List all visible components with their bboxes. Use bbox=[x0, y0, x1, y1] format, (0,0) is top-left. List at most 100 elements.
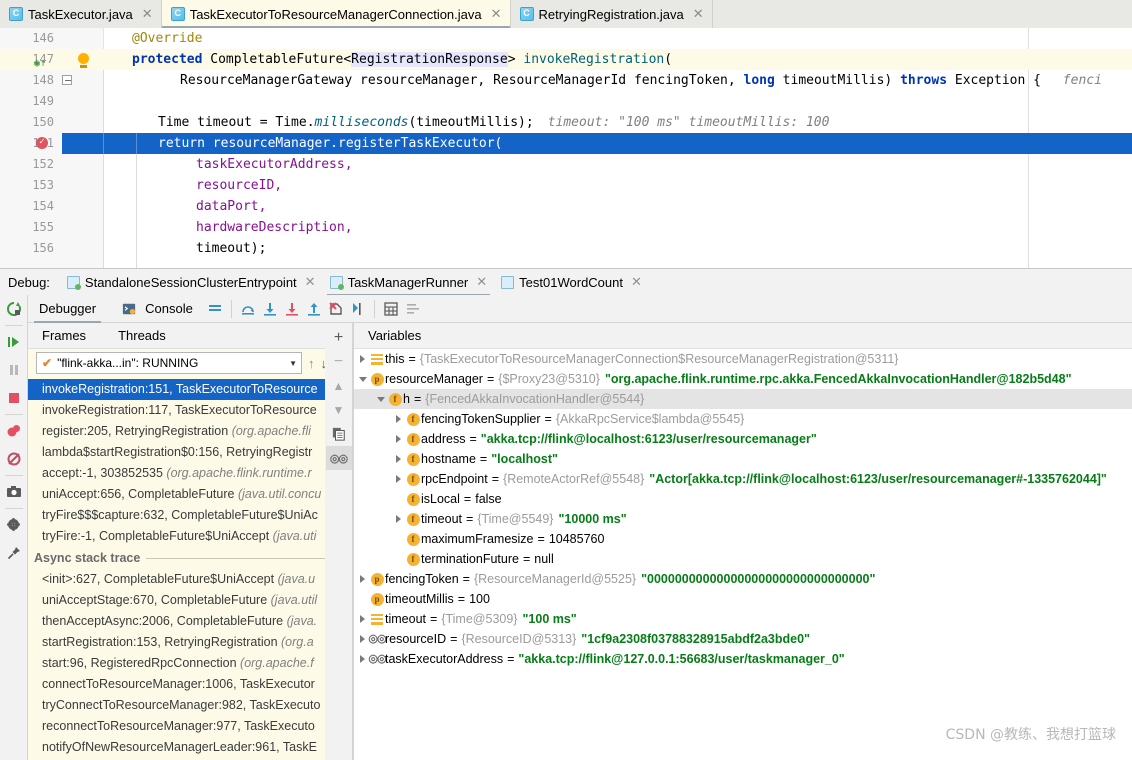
tab-frames[interactable]: Frames bbox=[36, 328, 92, 343]
frame-item[interactable]: <init>:627, CompletableFuture$UniAccept … bbox=[28, 569, 336, 590]
variable-row-rpcendpoint[interactable]: f rpcEndpoint = {RemoteActorRef@5548} "A… bbox=[354, 469, 1132, 489]
variable-row-timeoutmillis[interactable]: p timeoutMillis = 100 bbox=[354, 589, 1132, 609]
expand-arrow-icon[interactable] bbox=[358, 629, 369, 649]
variable-value: "akka.tcp://flink@localhost:6123/user/re… bbox=[480, 432, 817, 446]
stop-icon[interactable] bbox=[0, 384, 28, 412]
frame-item[interactable]: connectToResourceManager:1006, TaskExecu… bbox=[28, 674, 336, 695]
variable-row-taskexecutoraddress[interactable]: ◎◎ taskExecutorAddress = "akka.tcp://fli… bbox=[354, 649, 1132, 669]
camera-icon[interactable] bbox=[0, 478, 28, 506]
variable-row-resourcemanager[interactable]: p resourceManager = {$Proxy23@5310} "org… bbox=[354, 369, 1132, 389]
variable-row-maximumframesize[interactable]: f maximumFramesize = 10485760 bbox=[354, 529, 1132, 549]
close-icon[interactable]: ✕ bbox=[491, 6, 502, 22]
code-punct: ( bbox=[664, 52, 673, 67]
frame-item[interactable]: start:96, RegisteredRpcConnection (org.a… bbox=[28, 653, 336, 674]
variables-tree[interactable]: this = {TaskExecutorToResourceManagerCon… bbox=[354, 349, 1132, 760]
expand-arrow-icon[interactable] bbox=[394, 409, 405, 429]
variable-row-islocal[interactable]: f isLocal = false bbox=[354, 489, 1132, 509]
view-breakpoints-icon[interactable] bbox=[0, 445, 28, 473]
debug-session-tab-label: TaskManagerRunner bbox=[347, 274, 469, 290]
frame-item[interactable]: thenAcceptAsync:2006, CompletableFuture … bbox=[28, 611, 336, 632]
expand-arrow-icon[interactable] bbox=[358, 609, 369, 629]
intention-bulb-icon[interactable] bbox=[78, 53, 89, 68]
variable-row-timeout-inner[interactable]: f timeout = {Time@5549} "10000 ms" bbox=[354, 509, 1132, 529]
collapse-arrow-icon[interactable] bbox=[358, 369, 369, 389]
frame-item[interactable]: tryFire:-1, CompletableFuture$UniAccept … bbox=[28, 526, 336, 547]
debug-session-tab-taskmanagerrunner[interactable]: TaskManagerRunner ✕ bbox=[323, 269, 495, 296]
variable-row-timeout[interactable]: timeout = {Time@5309} "100 ms" bbox=[354, 609, 1132, 629]
variable-row-resourceid[interactable]: ◎◎ resourceID = {ResourceID@5313} "1cf9a… bbox=[354, 629, 1132, 649]
frame-item[interactable]: accept:-1, 303852535 (org.apache.flink.r… bbox=[28, 463, 336, 484]
rerun-icon[interactable] bbox=[0, 295, 28, 323]
variable-row-address[interactable]: f address = "akka.tcp://flink@localhost:… bbox=[354, 429, 1132, 449]
force-step-into-icon[interactable] bbox=[281, 298, 303, 320]
variable-name: isLocal bbox=[421, 492, 460, 506]
frame-item[interactable]: startRegistration:153, RetryingRegistrat… bbox=[28, 632, 336, 653]
resume-program-icon[interactable] bbox=[0, 328, 28, 356]
code-punct: Exception { bbox=[947, 73, 1049, 88]
expand-arrow-icon[interactable] bbox=[394, 509, 405, 529]
chevron-down-icon[interactable]: ▼ bbox=[289, 359, 297, 368]
frame-item[interactable]: invokeRegistration:151, TaskExecutorToRe… bbox=[28, 379, 336, 400]
expand-arrow-icon[interactable] bbox=[394, 469, 405, 489]
close-icon[interactable]: ✕ bbox=[142, 6, 153, 22]
equals-sign: = bbox=[466, 512, 474, 526]
move-down-icon[interactable]: ▼ bbox=[326, 398, 352, 422]
drop-frame-icon[interactable] bbox=[325, 298, 347, 320]
frame-item[interactable]: lambda$startRegistration$0:156, Retrying… bbox=[28, 442, 336, 463]
call-stack-frames-list[interactable]: invokeRegistration:151, TaskExecutorToRe… bbox=[28, 379, 336, 760]
copy-icon[interactable] bbox=[326, 422, 352, 446]
breakpoint-icon[interactable] bbox=[36, 135, 48, 149]
frame-item[interactable]: uniAcceptStage:670, CompletableFuture (j… bbox=[28, 590, 336, 611]
equals-sign: = bbox=[457, 592, 466, 606]
expand-arrow-icon[interactable] bbox=[394, 449, 405, 469]
debug-panel-label: Debug: bbox=[8, 274, 50, 290]
code-fold-icon[interactable] bbox=[62, 75, 72, 85]
debug-session-tab-test01wordcount[interactable]: Test01WordCount ✕ bbox=[494, 269, 649, 296]
close-icon[interactable]: ✕ bbox=[693, 6, 704, 22]
pin-icon[interactable] bbox=[0, 539, 28, 567]
watches-icon[interactable]: ◎◎ bbox=[325, 446, 352, 470]
tab-console[interactable]: Console bbox=[107, 295, 204, 323]
editor-tab-taskexecutortoresourcemanagerconnection[interactable]: TaskExecutorToResourceManagerConnection.… bbox=[161, 0, 511, 28]
frame-item[interactable]: uniAccept:656, CompletableFuture (java.u… bbox=[28, 484, 336, 505]
frame-item[interactable]: reconnectToResourceManager:977, TaskExec… bbox=[28, 716, 336, 737]
settings-icon[interactable] bbox=[0, 511, 28, 539]
step-over-icon[interactable] bbox=[237, 298, 259, 320]
tab-threads[interactable]: Threads bbox=[112, 328, 172, 343]
variable-row-terminationfuture[interactable]: f terminationFuture = null bbox=[354, 549, 1132, 569]
frame-item[interactable]: register:205, RetryingRegistration (org.… bbox=[28, 421, 336, 442]
expand-arrow-icon[interactable] bbox=[358, 649, 369, 669]
frame-item[interactable]: notifyOfNewResourceManagerLeader:961, Ta… bbox=[28, 737, 336, 758]
thread-selector-dropdown[interactable]: ✔ "flink-akka...in": RUNNING ▼ bbox=[36, 352, 302, 374]
mute-breakpoints-icon[interactable] bbox=[0, 417, 28, 445]
evaluate-expression-icon[interactable] bbox=[380, 298, 402, 320]
debug-session-tab-standalonesessionclusterentrypoint[interactable]: StandaloneSessionClusterEntrypoint ✕ bbox=[60, 269, 323, 296]
code-line-148: 148 ResourceManagerGateway resourceManag… bbox=[0, 70, 1132, 91]
variable-row-fencingtokensupplier[interactable]: f fencingTokenSupplier = {AkkaRpcService… bbox=[354, 409, 1132, 429]
arrow-up-icon[interactable]: ↑ bbox=[308, 356, 315, 371]
editor-tab-retryingregistration[interactable]: RetryingRegistration.java ✕ bbox=[510, 0, 713, 28]
expand-arrow-icon[interactable] bbox=[358, 349, 369, 369]
close-icon[interactable]: ✕ bbox=[476, 274, 487, 290]
frame-item[interactable]: invokeRegistration:117, TaskExecutorToRe… bbox=[28, 400, 336, 421]
variable-row-h[interactable]: f h = {FencedAkkaInvocationHandler@5544} bbox=[354, 389, 1132, 409]
frame-item[interactable]: tryConnectToResourceManager:982, TaskExe… bbox=[28, 695, 336, 716]
close-icon[interactable]: ✕ bbox=[305, 274, 316, 290]
editor-tab-taskexecutor[interactable]: TaskExecutor.java ✕ bbox=[0, 0, 162, 28]
variable-row-hostname[interactable]: f hostname = "localhost" bbox=[354, 449, 1132, 469]
expand-arrow-icon[interactable] bbox=[394, 429, 405, 449]
code-editor[interactable]: 146 @Override 147 ◉↑ protected Completab… bbox=[0, 28, 1132, 268]
close-icon[interactable]: ✕ bbox=[631, 274, 642, 290]
frame-item[interactable]: tryFire$$$capture:632, CompletableFuture… bbox=[28, 505, 336, 526]
layout-icon[interactable] bbox=[204, 298, 226, 320]
move-up-icon[interactable]: ▲ bbox=[326, 374, 352, 398]
step-out-icon[interactable] bbox=[303, 298, 325, 320]
expand-arrow-icon[interactable] bbox=[358, 569, 369, 589]
step-into-icon[interactable] bbox=[259, 298, 281, 320]
variable-row-fencingtoken[interactable]: p fencingToken = {ResourceManagerId@5525… bbox=[354, 569, 1132, 589]
add-icon[interactable]: + bbox=[326, 326, 352, 350]
tab-debugger[interactable]: Debugger bbox=[28, 295, 107, 323]
run-to-cursor-icon[interactable] bbox=[347, 298, 369, 320]
variable-row-this[interactable]: this = {TaskExecutorToResourceManagerCon… bbox=[354, 349, 1132, 369]
collapse-arrow-icon[interactable] bbox=[376, 389, 387, 409]
